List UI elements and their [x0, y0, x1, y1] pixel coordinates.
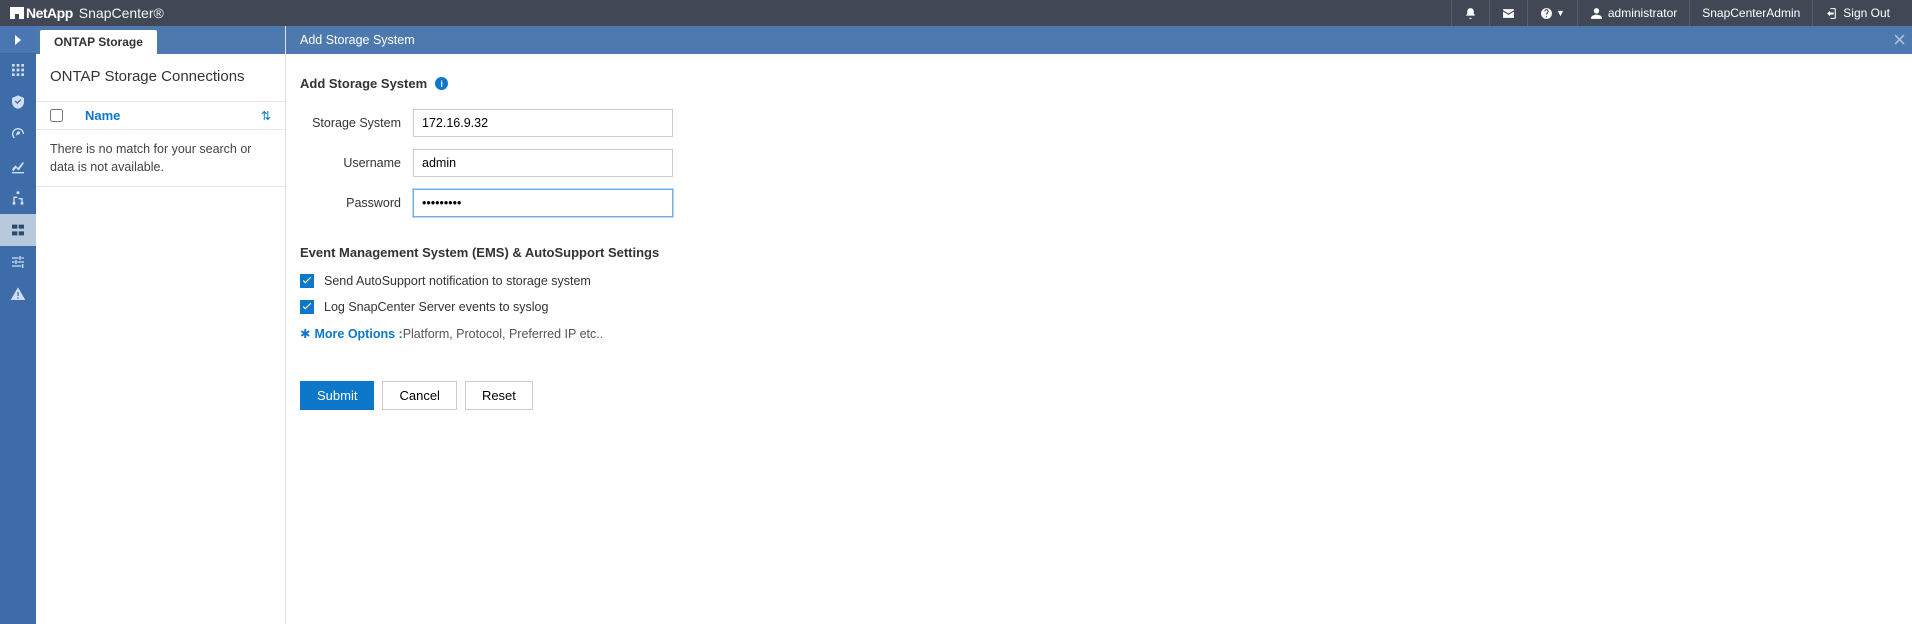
storage-system-input[interactable] [413, 109, 673, 137]
close-button[interactable]: × [1893, 29, 1906, 51]
nav-hosts[interactable] [0, 182, 36, 214]
storage-system-label: Storage System [300, 116, 413, 130]
check-icon [302, 302, 312, 312]
more-options-link[interactable]: More Options : [314, 327, 402, 341]
nav-reports[interactable] [0, 150, 36, 182]
empty-list-message: There is no match for your search or dat… [36, 130, 285, 187]
bell-icon [1464, 7, 1477, 20]
chart-icon [10, 158, 26, 174]
autosupport-checkbox[interactable] [300, 274, 314, 288]
form-section-title: Add Storage System i [300, 76, 1898, 91]
gear-icon: ✱ [300, 326, 310, 341]
syslog-checkbox[interactable] [300, 300, 314, 314]
password-input[interactable] [413, 189, 673, 217]
column-name[interactable]: Name [85, 108, 261, 123]
nav-dashboard[interactable] [0, 54, 36, 86]
gauge-icon [10, 126, 26, 142]
ems-section-title: Event Management System (EMS) & AutoSupp… [300, 245, 1898, 260]
submit-button[interactable]: Submit [300, 381, 374, 410]
help-icon [1540, 7, 1553, 20]
nav-settings[interactable] [0, 246, 36, 278]
nav-monitor[interactable] [0, 118, 36, 150]
nav-resources[interactable] [0, 86, 36, 118]
notifications-button[interactable] [1451, 0, 1489, 26]
nav-storage[interactable] [0, 214, 36, 246]
storage-icon [10, 222, 26, 238]
more-options-desc: Platform, Protocol, Preferred IP etc.. [403, 327, 604, 341]
hierarchy-icon [10, 190, 26, 206]
cancel-button[interactable]: Cancel [382, 381, 456, 410]
grid-icon [10, 62, 26, 78]
user-icon [1590, 7, 1603, 20]
brand-name: NetApp [26, 5, 73, 21]
sliders-icon [10, 254, 26, 270]
info-icon[interactable]: i [435, 77, 448, 90]
main-header: Add Storage System × [286, 26, 1912, 54]
chevron-down-icon: ▼ [1556, 8, 1565, 18]
top-bar: NetApp SnapCenter® ▼ administrator SnapC… [0, 0, 1912, 26]
role-label[interactable]: SnapCenterAdmin [1689, 0, 1812, 26]
netapp-logo-icon [10, 7, 24, 19]
check-icon [302, 276, 312, 286]
tab-ontap-storage[interactable]: ONTAP Storage [40, 30, 157, 54]
left-nav [0, 26, 36, 624]
username-label: Username [300, 156, 413, 170]
select-all-checkbox[interactable] [50, 109, 63, 122]
warning-icon [10, 286, 26, 302]
username-input[interactable] [413, 149, 673, 177]
panel-tab-row: ONTAP Storage [36, 26, 285, 54]
reset-button[interactable]: Reset [465, 381, 533, 410]
messages-button[interactable] [1489, 0, 1527, 26]
main-header-title: Add Storage System [300, 33, 415, 47]
panel-title: ONTAP Storage Connections [50, 68, 271, 85]
shield-icon [10, 94, 26, 110]
nav-alerts[interactable] [0, 278, 36, 310]
password-label: Password [300, 196, 413, 210]
sign-out-button[interactable]: Sign Out [1812, 0, 1902, 26]
sign-out-icon [1825, 7, 1838, 20]
user-menu[interactable]: administrator [1577, 0, 1689, 26]
storage-list-panel: ONTAP Storage ONTAP Storage Connections … [36, 26, 286, 624]
nav-expand-button[interactable] [0, 26, 36, 54]
chevron-right-icon [13, 35, 23, 45]
app-name: SnapCenter® [79, 5, 164, 21]
main-panel: Add Storage System × Add Storage System … [286, 26, 1912, 624]
mail-icon [1502, 7, 1515, 20]
sort-icon[interactable]: ⇅ [261, 109, 271, 123]
autosupport-label: Send AutoSupport notification to storage… [324, 274, 591, 288]
help-button[interactable]: ▼ [1527, 0, 1577, 26]
list-column-header: Name ⇅ [36, 101, 285, 130]
syslog-label: Log SnapCenter Server events to syslog [324, 300, 548, 314]
